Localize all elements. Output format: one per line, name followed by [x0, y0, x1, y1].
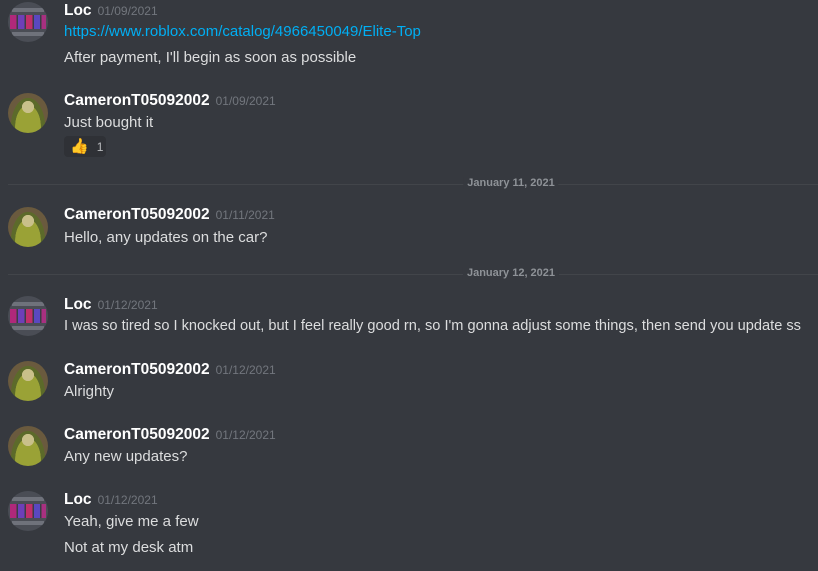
date-divider — [8, 184, 818, 185]
date-divider — [8, 274, 818, 275]
message-text: Any new updates? — [64, 448, 188, 465]
thumbs-up-icon: 👍 — [70, 138, 89, 155]
date-divider-label: January 12, 2021 — [462, 267, 560, 279]
message-text: Yeah, give me a few — [64, 513, 199, 530]
date-divider-label: January 11, 2021 — [463, 177, 559, 189]
author-name[interactable]: Loc 01/12/2021 — [64, 491, 158, 509]
message-link[interactable]: https://www.roblox.com/catalog/496645004… — [64, 23, 421, 40]
author-name[interactable]: CameronT05092002 01/12/2021 — [64, 361, 276, 379]
timestamp: 01/09/2021 — [215, 94, 276, 108]
message-text: Hello, any updates on the car? — [64, 229, 268, 246]
avatar[interactable] — [8, 93, 48, 133]
reaction-button[interactable]: 👍 1 — [64, 136, 106, 157]
avatar[interactable] — [8, 207, 48, 247]
author-name[interactable]: CameronT05092002 01/11/2021 — [64, 206, 275, 224]
timestamp: 01/12/2021 — [215, 428, 276, 442]
reaction-count: 1 — [96, 139, 104, 154]
timestamp: 01/12/2021 — [97, 493, 158, 507]
message-text: Just bought it — [64, 114, 154, 131]
avatar[interactable] — [8, 491, 48, 531]
message-text: Not at my desk atm — [64, 539, 194, 556]
author-name[interactable]: CameronT05092002 01/09/2021 — [64, 92, 276, 110]
avatar[interactable] — [8, 2, 48, 42]
author-name[interactable]: Loc 01/12/2021 — [64, 296, 158, 314]
timestamp: 01/11/2021 — [215, 208, 275, 222]
timestamp: 01/12/2021 — [97, 298, 158, 312]
avatar[interactable] — [8, 361, 48, 401]
message-text: After payment, I'll begin as soon as pos… — [64, 49, 357, 66]
message-text: I was so tired so I knocked out, but I f… — [64, 318, 801, 334]
avatar[interactable] — [8, 296, 48, 336]
message-text: Alrighty — [64, 383, 115, 400]
author-name[interactable]: Loc 01/09/2021 — [64, 2, 158, 20]
timestamp: 01/12/2021 — [215, 363, 276, 377]
timestamp: 01/09/2021 — [97, 4, 158, 18]
author-name[interactable]: CameronT05092002 01/12/2021 — [64, 426, 276, 444]
avatar[interactable] — [8, 426, 48, 466]
